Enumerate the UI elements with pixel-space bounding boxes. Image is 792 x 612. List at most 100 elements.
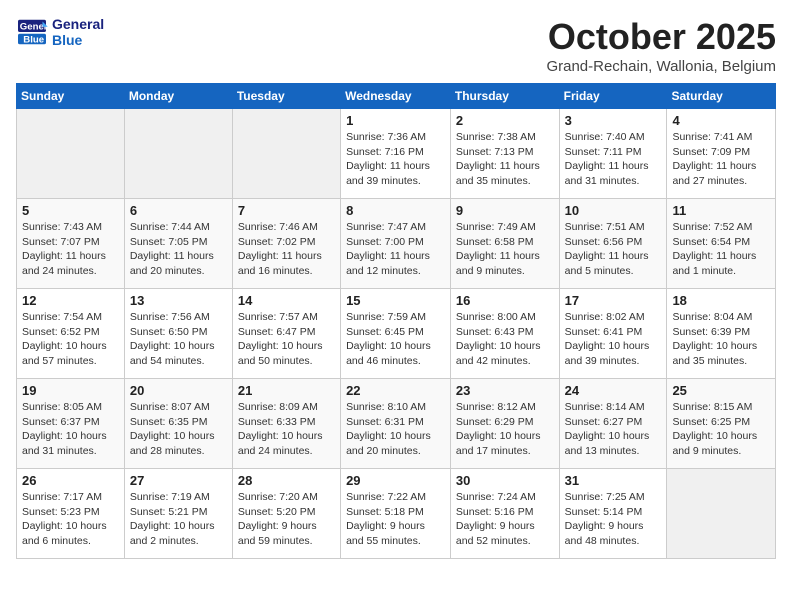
week-row-1: 1Sunrise: 7:36 AM Sunset: 7:16 PM Daylig…: [17, 109, 776, 199]
calendar-cell: 3 Sunrise: 7:40 AM Sunset: 7:11 PM Daylig…: [559, 109, 667, 199]
day-number: 8: [346, 203, 445, 218]
day-number: 12: [22, 293, 119, 308]
day-info: Sunrise: 7:25 AM Sunset: 5:14 PM Dayligh…: [565, 490, 662, 549]
day-info: Sunrise: 7:43 AM Sunset: 7:07 PM Dayligh…: [22, 220, 119, 279]
day-info: Sunrise: 8:05 AM Sunset: 6:37 PM Dayligh…: [22, 400, 119, 459]
calendar-cell: 31 Sunrise: 7:25 AM Sunset: 5:14 PM Dayli…: [559, 469, 667, 559]
day-info: Sunrise: 8:02 AM Sunset: 6:41 PM Dayligh…: [565, 310, 662, 369]
calendar-cell: 19Sunrise: 8:05 AM Sunset: 6:37 PM Dayli…: [17, 379, 125, 469]
day-number: 26: [22, 473, 119, 488]
week-row-5: 26 Sunrise: 7:17 AM Sunset: 5:23 PM Dayli…: [17, 469, 776, 559]
day-info: Sunrise: 7:54 AM Sunset: 6:52 PM Dayligh…: [22, 310, 119, 369]
calendar-cell: 28Sunrise: 7:20 AM Sunset: 5:20 PM Dayli…: [232, 469, 340, 559]
day-number: 6: [130, 203, 227, 218]
day-number: 18: [672, 293, 770, 308]
day-number: 31: [565, 473, 662, 488]
svg-text:Blue: Blue: [23, 35, 44, 46]
day-number: 24: [565, 383, 662, 398]
day-info: Sunrise: 7:24 AM Sunset: 5:16 PM Dayligh…: [456, 490, 554, 549]
day-info: Sunrise: 7:19 AM Sunset: 5:21 PM Dayligh…: [130, 490, 227, 549]
day-info: Sunrise: 7:44 AM Sunset: 7:05 PM Dayligh…: [130, 220, 227, 279]
day-number: 17: [565, 293, 662, 308]
weekday-header-saturday: Saturday: [667, 84, 776, 109]
calendar-cell: 11 Sunrise: 7:52 AM Sunset: 6:54 PM Dayli…: [667, 199, 776, 289]
day-number: 1: [346, 113, 445, 128]
day-info: Sunrise: 7:59 AM Sunset: 6:45 PM Dayligh…: [346, 310, 445, 369]
page-header: General Blue General Blue October 2025 G…: [16, 16, 776, 75]
day-number: 13: [130, 293, 227, 308]
week-row-4: 19Sunrise: 8:05 AM Sunset: 6:37 PM Dayli…: [17, 379, 776, 469]
calendar-cell: 4 Sunrise: 7:41 AM Sunset: 7:09 PM Daylig…: [667, 109, 776, 199]
calendar-cell: 5 Sunrise: 7:43 AM Sunset: 7:07 PM Daylig…: [17, 199, 125, 289]
weekday-header-sunday: Sunday: [17, 84, 125, 109]
day-info: Sunrise: 8:04 AM Sunset: 6:39 PM Dayligh…: [672, 310, 770, 369]
day-info: Sunrise: 8:10 AM Sunset: 6:31 PM Dayligh…: [346, 400, 445, 459]
logo-icon: General Blue: [16, 18, 48, 46]
day-number: 28: [238, 473, 335, 488]
title-block: October 2025 Grand-Rechain, Wallonia, Be…: [546, 16, 776, 75]
day-number: 27: [130, 473, 227, 488]
day-info: Sunrise: 8:00 AM Sunset: 6:43 PM Dayligh…: [456, 310, 554, 369]
day-number: 3: [565, 113, 662, 128]
day-number: 22: [346, 383, 445, 398]
day-number: 14: [238, 293, 335, 308]
calendar-cell: 26 Sunrise: 7:17 AM Sunset: 5:23 PM Dayli…: [17, 469, 125, 559]
day-info: Sunrise: 7:49 AM Sunset: 6:58 PM Dayligh…: [456, 220, 554, 279]
calendar-cell: 16 Sunrise: 8:00 AM Sunset: 6:43 PM Dayli…: [450, 289, 559, 379]
day-number: 21: [238, 383, 335, 398]
day-number: 4: [672, 113, 770, 128]
day-number: 23: [456, 383, 554, 398]
calendar-cell: [124, 109, 232, 199]
calendar-cell: 23 Sunrise: 8:12 AM Sunset: 6:29 PM Dayli…: [450, 379, 559, 469]
weekday-header-monday: Monday: [124, 84, 232, 109]
calendar-cell: 10 Sunrise: 7:51 AM Sunset: 6:56 PM Dayli…: [559, 199, 667, 289]
calendar-cell: 24Sunrise: 8:14 AM Sunset: 6:27 PM Dayli…: [559, 379, 667, 469]
calendar-cell: 7 Sunrise: 7:46 AM Sunset: 7:02 PM Daylig…: [232, 199, 340, 289]
day-number: 9: [456, 203, 554, 218]
calendar-cell: [667, 469, 776, 559]
day-info: Sunrise: 7:56 AM Sunset: 6:50 PM Dayligh…: [130, 310, 227, 369]
calendar-cell: 12 Sunrise: 7:54 AM Sunset: 6:52 PM Dayli…: [17, 289, 125, 379]
calendar-cell: 1Sunrise: 7:36 AM Sunset: 7:16 PM Daylig…: [341, 109, 451, 199]
day-info: Sunrise: 7:41 AM Sunset: 7:09 PM Dayligh…: [672, 130, 770, 189]
day-number: 30: [456, 473, 554, 488]
day-info: Sunrise: 7:22 AM Sunset: 5:18 PM Dayligh…: [346, 490, 445, 549]
day-number: 2: [456, 113, 554, 128]
day-info: Sunrise: 7:52 AM Sunset: 6:54 PM Dayligh…: [672, 220, 770, 279]
weekday-header-thursday: Thursday: [450, 84, 559, 109]
calendar-cell: 21Sunrise: 8:09 AM Sunset: 6:33 PM Dayli…: [232, 379, 340, 469]
calendar-table: SundayMondayTuesdayWednesdayThursdayFrid…: [16, 83, 776, 559]
weekday-header-wednesday: Wednesday: [341, 84, 451, 109]
location-subtitle: Grand-Rechain, Wallonia, Belgium: [546, 58, 776, 75]
calendar-cell: 20 Sunrise: 8:07 AM Sunset: 6:35 PM Dayli…: [124, 379, 232, 469]
calendar-cell: 27 Sunrise: 7:19 AM Sunset: 5:21 PM Dayli…: [124, 469, 232, 559]
calendar-cell: 18 Sunrise: 8:04 AM Sunset: 6:39 PM Dayli…: [667, 289, 776, 379]
day-number: 5: [22, 203, 119, 218]
calendar-cell: 17 Sunrise: 8:02 AM Sunset: 6:41 PM Dayli…: [559, 289, 667, 379]
day-info: Sunrise: 8:12 AM Sunset: 6:29 PM Dayligh…: [456, 400, 554, 459]
week-row-3: 12 Sunrise: 7:54 AM Sunset: 6:52 PM Dayli…: [17, 289, 776, 379]
day-info: Sunrise: 8:07 AM Sunset: 6:35 PM Dayligh…: [130, 400, 227, 459]
day-number: 20: [130, 383, 227, 398]
logo: General Blue General Blue: [16, 16, 104, 48]
day-number: 11: [672, 203, 770, 218]
day-info: Sunrise: 7:40 AM Sunset: 7:11 PM Dayligh…: [565, 130, 662, 189]
day-info: Sunrise: 7:51 AM Sunset: 6:56 PM Dayligh…: [565, 220, 662, 279]
calendar-cell: 25Sunrise: 8:15 AM Sunset: 6:25 PM Dayli…: [667, 379, 776, 469]
calendar-cell: 29Sunrise: 7:22 AM Sunset: 5:18 PM Dayli…: [341, 469, 451, 559]
weekday-header-row: SundayMondayTuesdayWednesdayThursdayFrid…: [17, 84, 776, 109]
calendar-cell: 2Sunrise: 7:38 AM Sunset: 7:13 PM Daylig…: [450, 109, 559, 199]
day-info: Sunrise: 8:15 AM Sunset: 6:25 PM Dayligh…: [672, 400, 770, 459]
calendar-cell: 8Sunrise: 7:47 AM Sunset: 7:00 PM Daylig…: [341, 199, 451, 289]
calendar-cell: 14 Sunrise: 7:57 AM Sunset: 6:47 PM Dayli…: [232, 289, 340, 379]
calendar-cell: [17, 109, 125, 199]
day-number: 7: [238, 203, 335, 218]
day-info: Sunrise: 7:57 AM Sunset: 6:47 PM Dayligh…: [238, 310, 335, 369]
logo-text-blue: Blue: [52, 32, 104, 48]
day-info: Sunrise: 7:17 AM Sunset: 5:23 PM Dayligh…: [22, 490, 119, 549]
day-number: 10: [565, 203, 662, 218]
calendar-cell: [232, 109, 340, 199]
day-number: 16: [456, 293, 554, 308]
calendar-cell: 15Sunrise: 7:59 AM Sunset: 6:45 PM Dayli…: [341, 289, 451, 379]
day-info: Sunrise: 7:46 AM Sunset: 7:02 PM Dayligh…: [238, 220, 335, 279]
